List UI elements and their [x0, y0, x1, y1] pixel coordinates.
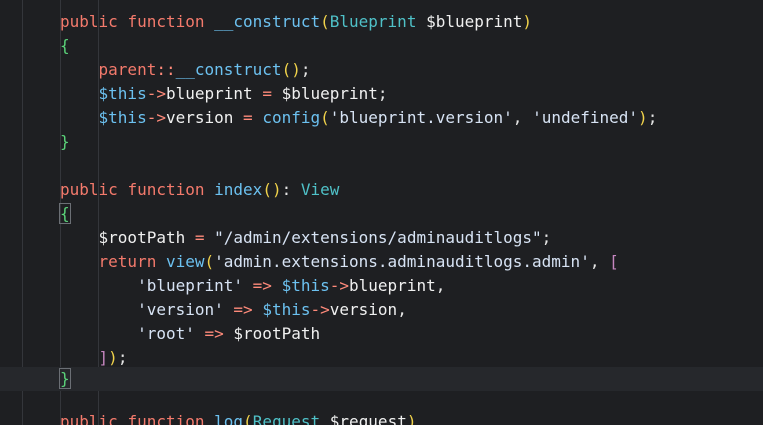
- code-line-14[interactable]: 'root' => $rootPath: [0, 322, 763, 346]
- code-line-13[interactable]: 'version' => $this->version,: [0, 298, 763, 322]
- code-line-16-current[interactable]: }: [0, 367, 763, 391]
- code-line-18[interactable]: public function log(Request $request): [0, 410, 763, 425]
- code-line-5[interactable]: $this->version = config('blueprint.versi…: [0, 106, 763, 130]
- code-line-4[interactable]: $this->blueprint = $blueprint;: [0, 82, 763, 106]
- code-line-12[interactable]: 'blueprint' => $this->blueprint,: [0, 274, 763, 298]
- code-line-1[interactable]: public function __construct(Blueprint $b…: [0, 10, 763, 34]
- code-line-6[interactable]: }: [0, 130, 763, 154]
- code-line-3[interactable]: parent::__construct();: [0, 58, 763, 82]
- code-line-8[interactable]: public function index(): View: [0, 178, 763, 202]
- code-line-11[interactable]: return view('admin.extensions.adminaudit…: [0, 250, 763, 274]
- code-line-9[interactable]: {: [0, 202, 763, 226]
- code-line-10[interactable]: $rootPath = "/admin/extensions/adminaudi…: [0, 226, 763, 250]
- code-line-7[interactable]: [0, 154, 763, 178]
- code-editor[interactable]: public function __construct(Blueprint $b…: [0, 0, 763, 425]
- code-line-2[interactable]: {: [0, 34, 763, 58]
